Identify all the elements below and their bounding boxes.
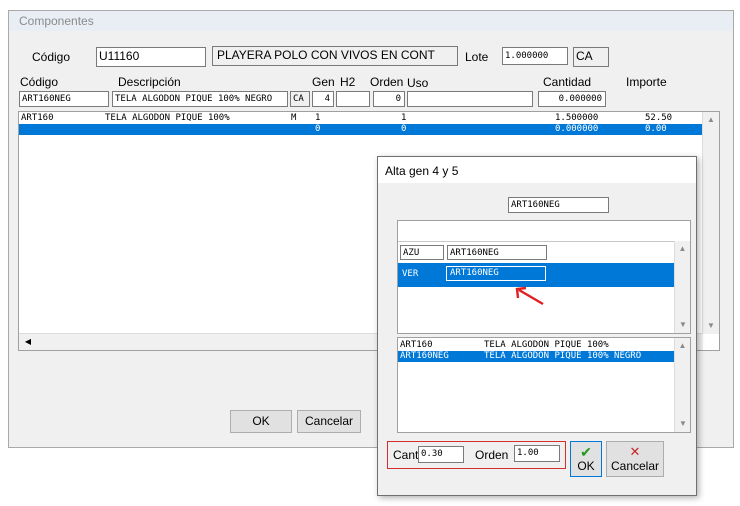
scroll-down-icon[interactable]: ▼: [675, 416, 691, 432]
grid-vertical-scrollbar[interactable]: ▲ ▼: [702, 112, 719, 334]
article-descripcion: TELA ALGODON PIQUE 100%: [484, 340, 609, 350]
gen-row-art-selected[interactable]: ART160NEG: [446, 266, 546, 281]
article-list[interactable]: ART160 TELA ALGODON PIQUE 100% ART160NEG…: [397, 337, 691, 433]
orden-input[interactable]: 1.00: [514, 445, 560, 462]
col-header-cantidad: Cantidad: [543, 75, 592, 89]
col-header-orden: Orden: [370, 75, 404, 89]
col-header-importe: Importe: [626, 75, 667, 89]
cancel-button[interactable]: Cancelar: [297, 410, 361, 433]
row-gen: 0: [315, 124, 321, 134]
dialog-cancel-button[interactable]: ✕ Cancelar: [606, 441, 664, 477]
col-header-uso: Uso: [407, 76, 429, 90]
window-title: Componentes: [9, 11, 733, 31]
dialog-ok-button[interactable]: ✔ OK: [570, 441, 602, 477]
edit-cantidad-input[interactable]: 0.000000: [538, 91, 606, 107]
scroll-up-icon[interactable]: ▲: [703, 112, 719, 128]
dialog-cancel-label: Cancelar: [610, 459, 660, 473]
dialog-ok-label: OK: [577, 459, 595, 473]
row-importe: 0.00: [645, 124, 667, 134]
codigo-input[interactable]: U11160: [96, 47, 206, 67]
edit-h2-input[interactable]: [336, 91, 370, 107]
scroll-up-icon[interactable]: ▲: [675, 338, 690, 354]
article-list-scrollbar[interactable]: ▲ ▼: [674, 338, 690, 432]
edit-codigo-input[interactable]: ART160NEG: [19, 91, 109, 107]
edit-orden-input[interactable]: 0: [373, 91, 405, 107]
edit-gen-input[interactable]: 4: [312, 91, 334, 107]
table-row-selected[interactable]: 0 0 0.000000 0.00: [19, 124, 703, 135]
gen-row-code[interactable]: AZU: [400, 245, 444, 260]
lote-label: Lote: [465, 50, 489, 64]
gen-list-scrollbar[interactable]: ▲ ▼: [674, 241, 690, 333]
col-header-h2: H2: [340, 75, 356, 89]
row-orden: 1: [401, 113, 407, 123]
row-orden: 0: [401, 124, 407, 134]
dialog-title: Alta gen 4 y 5: [385, 164, 459, 178]
col-header-descripcion: Descripción: [118, 75, 181, 89]
list-item[interactable]: ART160 TELA ALGODON PIQUE 100%: [398, 340, 674, 351]
row-flag: M: [291, 113, 297, 123]
gen-list[interactable]: AZU ART160NEG VER ART160NEG ▲ ▼: [397, 220, 691, 334]
scroll-down-icon[interactable]: ▼: [703, 318, 719, 334]
codigo-label: Código: [32, 50, 71, 64]
ok-button[interactable]: OK: [230, 410, 292, 433]
article-descripcion: TELA ALGODON PIQUE 100% NEGRO: [484, 351, 642, 361]
lote-unit: CA: [573, 47, 609, 67]
row-descripcion: TELA ALGODON PIQUE 100%: [105, 113, 230, 123]
scroll-down-icon[interactable]: ▼: [675, 317, 691, 333]
edit-uso-input[interactable]: [407, 91, 533, 107]
orden-label: Orden: [475, 448, 509, 462]
descripcion-display: PLAYERA POLO CON VIVOS EN CONT: [212, 46, 458, 66]
scroll-left-icon[interactable]: ◀: [21, 334, 35, 350]
annotation-arrow-icon: [515, 286, 544, 306]
edit-unidad: CA: [290, 91, 310, 107]
scroll-up-icon[interactable]: ▲: [675, 241, 690, 257]
alta-gen-dialog: Alta gen 4 y 5 ART160NEG AZU ART160NEG V…: [377, 156, 697, 496]
col-header-codigo: Código: [20, 75, 59, 89]
row-codigo: ART160: [21, 113, 54, 123]
row-importe: 52.50: [645, 113, 673, 123]
cant-input[interactable]: 0.30: [418, 446, 464, 463]
gen-list-header: [398, 221, 690, 242]
row-gen: 1: [315, 113, 321, 123]
gen-row-code[interactable]: VER: [402, 269, 418, 279]
table-row[interactable]: ART160 TELA ALGODON PIQUE 100% M 1 1 1.5…: [19, 113, 703, 124]
article-codigo: ART160NEG: [400, 351, 449, 361]
col-header-gen: Gen: [312, 75, 335, 89]
gen-row-art[interactable]: ART160NEG: [447, 245, 547, 260]
row-cantidad: 0.000000: [555, 124, 599, 134]
edit-descripcion-input[interactable]: TELA ALGODON PIQUE 100% NEGRO: [112, 91, 288, 107]
close-icon: ✕: [629, 444, 641, 459]
dialog-code-input[interactable]: ART160NEG: [508, 197, 609, 213]
row-cantidad: 1.500000: [555, 113, 599, 123]
list-item-selected[interactable]: ART160NEG TELA ALGODON PIQUE 100% NEGRO: [398, 351, 674, 362]
checkmark-icon: ✔: [580, 444, 592, 460]
lote-input[interactable]: 1.000000: [502, 47, 568, 65]
cant-label: Cant: [393, 448, 419, 462]
article-codigo: ART160: [400, 340, 433, 350]
